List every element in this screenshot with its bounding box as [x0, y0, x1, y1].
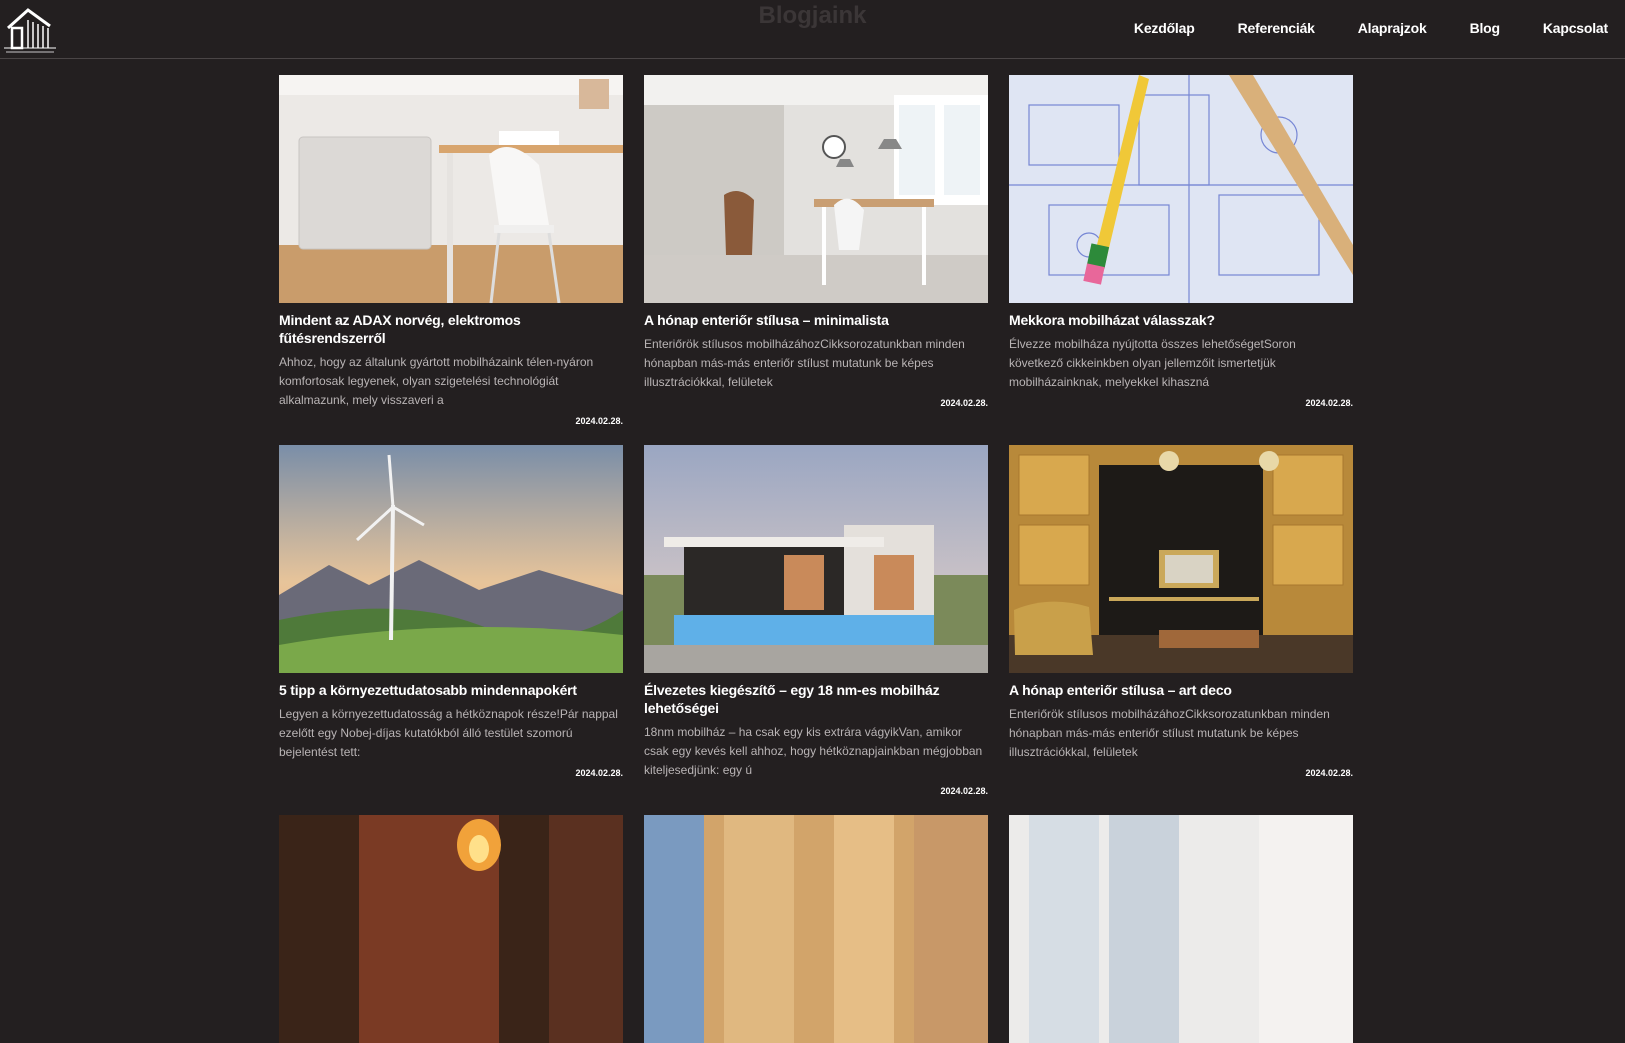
post-date: 2024.02.28.	[1305, 768, 1353, 778]
blog-card[interactable]: Mekkora mobilházat válasszak? Élvezze mo…	[1009, 75, 1353, 408]
post-thumbnail[interactable]	[1009, 445, 1353, 673]
post-date: 2024.02.28.	[940, 786, 988, 796]
post-excerpt: Élvezze mobilháza nyújtotta összes lehet…	[1009, 337, 1296, 389]
post-excerpt: 18nm mobilház – ha csak egy kis extrára …	[644, 725, 983, 777]
post-excerpt: Legyen a környezettudatosság a hétköznap…	[279, 707, 618, 759]
post-date: 2024.02.28.	[940, 398, 988, 408]
blog-card[interactable]: Élvezetes kiegészítő – egy 18 nm-es mobi…	[644, 445, 988, 796]
nav-home[interactable]: Kezdőlap	[1134, 20, 1195, 36]
nav-references[interactable]: Referenciák	[1238, 20, 1315, 36]
post-title[interactable]: A hónap enteriőr stílusa – minimalista	[644, 311, 988, 329]
post-title[interactable]: Mekkora mobilházat válasszak?	[1009, 311, 1353, 329]
post-thumbnail[interactable]	[644, 815, 988, 1043]
blog-card[interactable]	[279, 815, 623, 1043]
post-title[interactable]: A hónap enteriőr stílusa – art deco	[1009, 681, 1353, 699]
nav-contact[interactable]: Kapcsolat	[1543, 20, 1608, 36]
post-title[interactable]: 5 tipp a környezettudatosabb mindennapok…	[279, 681, 623, 699]
blog-card[interactable]	[644, 815, 988, 1043]
post-thumbnail[interactable]	[644, 445, 988, 673]
post-thumbnail[interactable]	[644, 75, 988, 303]
blog-card[interactable]: Mindent az ADAX norvég, elektromos fűtés…	[279, 75, 623, 426]
post-thumbnail[interactable]	[1009, 815, 1353, 1043]
post-excerpt: Enteriőrök stílusos mobilházáhozCikksoro…	[1009, 707, 1330, 759]
post-thumbnail[interactable]	[1009, 75, 1353, 303]
blog-card[interactable]: 5 tipp a környezettudatosabb mindennapok…	[279, 445, 623, 778]
post-excerpt: Enteriőrök stílusos mobilházáhozCikksoro…	[644, 337, 965, 389]
post-excerpt: Ahhoz, hogy az általunk gyártott mobilhá…	[279, 355, 594, 407]
post-title[interactable]: Élvezetes kiegészítő – egy 18 nm-es mobi…	[644, 681, 988, 717]
blog-card[interactable]: A hónap enteriőr stílusa – art deco Ente…	[1009, 445, 1353, 778]
post-date: 2024.02.28.	[1305, 398, 1353, 408]
post-date: 2024.02.28.	[575, 768, 623, 778]
nav-floorplans[interactable]: Alaprajzok	[1358, 20, 1427, 36]
post-thumbnail[interactable]	[279, 75, 623, 303]
post-thumbnail[interactable]	[279, 815, 623, 1043]
top-bar: Blogjaink Kezdőlap Referenciák Alaprajzo…	[0, 0, 1625, 59]
main-nav: Kezdőlap Referenciák Alaprajzok Blog Kap…	[1134, 20, 1608, 36]
post-title[interactable]: Mindent az ADAX norvég, elektromos fűtés…	[279, 311, 623, 347]
nav-blog[interactable]: Blog	[1470, 20, 1501, 36]
post-date: 2024.02.28.	[575, 416, 623, 426]
blog-card[interactable]: A hónap enteriőr stílusa – minimalista E…	[644, 75, 988, 408]
blog-card[interactable]	[1009, 815, 1353, 1043]
post-thumbnail[interactable]	[279, 445, 623, 673]
